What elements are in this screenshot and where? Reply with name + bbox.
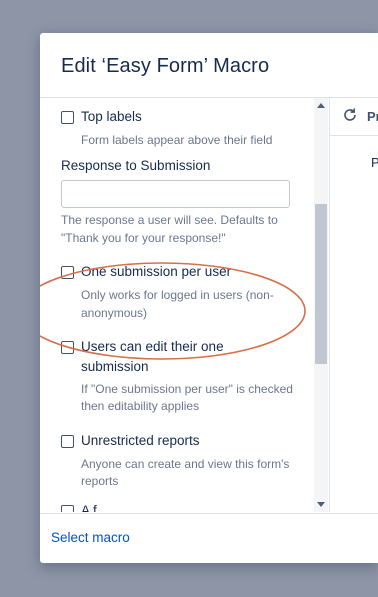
unrestricted-reports-description-line1: Anyone can create and view this form's — [81, 457, 290, 471]
one-submission-description-line1: Only works for logged in users (non- — [81, 288, 274, 302]
scroll-up-arrow-icon[interactable] — [317, 103, 325, 108]
unrestricted-reports-description-line2: reports — [81, 474, 119, 488]
scrollbar-thumb[interactable] — [315, 204, 327, 364]
scroll-down-arrow-icon[interactable] — [317, 502, 325, 507]
dialog-header: Edit ‘Easy Form’ Macro — [40, 33, 378, 97]
response-input[interactable] — [61, 180, 290, 208]
next-option-checkbox[interactable] — [61, 505, 74, 512]
users-edit-label-line1[interactable]: Users can edit their one — [81, 337, 224, 357]
top-labels-label[interactable]: Top labels — [81, 107, 142, 127]
preview-content-text: P — [371, 155, 378, 170]
unrestricted-reports-label[interactable]: Unrestricted reports — [81, 431, 200, 451]
macro-parameters-panel: Top labels Form labels appear above thei… — [40, 98, 314, 512]
one-submission-label[interactable]: One submission per user — [81, 262, 231, 282]
dialog-title: Edit ‘Easy Form’ Macro — [61, 55, 270, 77]
users-edit-label-line2[interactable]: submission — [81, 357, 149, 377]
preview-label: Pr — [367, 109, 378, 124]
select-macro-link[interactable]: Select macro — [51, 530, 130, 545]
users-edit-description-line2: then editability applies — [81, 399, 200, 413]
dialog-body: Top labels Form labels appear above thei… — [40, 97, 378, 514]
next-option-label[interactable]: A f — [81, 501, 97, 512]
one-submission-description-line2: anonymous) — [81, 306, 148, 320]
one-submission-checkbox[interactable] — [61, 266, 74, 279]
parameters-scrollbar[interactable] — [314, 98, 328, 512]
macro-preview-panel: Pr P — [329, 98, 378, 512]
unrestricted-reports-checkbox[interactable] — [61, 435, 74, 448]
response-description-line2: "Thank you for your response!" — [61, 231, 226, 245]
users-edit-description-line1: If "One submission per user" is checked — [81, 382, 293, 396]
dialog-footer: Select macro — [40, 513, 378, 563]
response-description-line1: The response a user will see. Defaults t… — [61, 213, 278, 227]
users-edit-checkbox[interactable] — [61, 341, 74, 354]
macro-editor-dialog: Edit ‘Easy Form’ Macro Top labels Form l… — [40, 33, 378, 563]
top-labels-checkbox[interactable] — [61, 111, 74, 124]
top-labels-description: Form labels appear above their field — [81, 133, 273, 147]
preview-toolbar: Pr — [330, 98, 378, 136]
response-field-label: Response to Submission — [61, 158, 211, 173]
refresh-icon[interactable] — [342, 107, 358, 123]
